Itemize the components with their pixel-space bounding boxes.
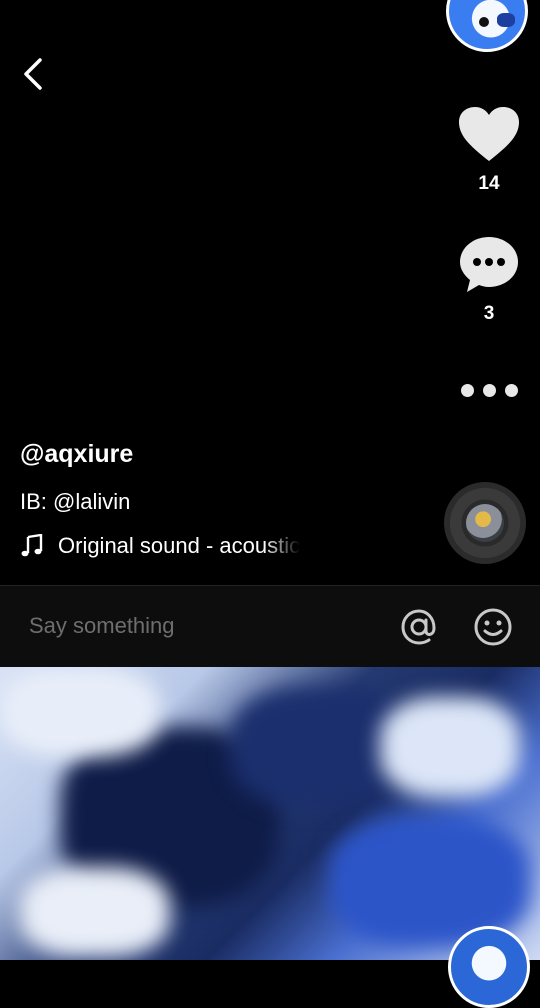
next-video-preview[interactable] bbox=[0, 667, 540, 960]
heart-icon bbox=[459, 107, 519, 161]
mention-button[interactable] bbox=[398, 606, 440, 648]
music-note-icon bbox=[21, 534, 43, 557]
preview-shape bbox=[20, 867, 170, 957]
sound-link[interactable]: Original sound - acoustic bbox=[20, 533, 330, 559]
back-button[interactable] bbox=[14, 54, 54, 94]
more-button[interactable] bbox=[448, 380, 530, 397]
more-dots-icon bbox=[448, 380, 530, 397]
preview-shape bbox=[380, 697, 520, 797]
like-count: 14 bbox=[478, 173, 500, 194]
at-sign-icon bbox=[401, 609, 436, 645]
sound-disc[interactable] bbox=[444, 482, 526, 564]
avatar-eyepatch bbox=[497, 13, 515, 27]
post-username[interactable]: @aqxiure bbox=[20, 440, 133, 469]
chevron-left-icon bbox=[24, 58, 42, 90]
avatar-eye bbox=[479, 17, 489, 27]
sound-title: Original sound - acoustic bbox=[58, 533, 301, 558]
post-caption: IB: @lalivin bbox=[20, 489, 131, 514]
dot bbox=[482, 384, 496, 397]
next-creator-avatar[interactable] bbox=[448, 926, 530, 1008]
sound-cover-art bbox=[466, 504, 504, 542]
dot bbox=[504, 384, 518, 397]
speech-bubble-icon bbox=[460, 237, 518, 292]
comment-count: 3 bbox=[483, 303, 495, 324]
emoji-button[interactable] bbox=[472, 606, 514, 648]
smiley-icon bbox=[474, 608, 512, 646]
dot bbox=[460, 384, 474, 397]
comment-button[interactable]: 3 bbox=[448, 234, 530, 325]
like-button[interactable]: 14 bbox=[448, 104, 530, 195]
preview-shape bbox=[0, 667, 160, 757]
comment-input[interactable]: Say something bbox=[29, 613, 175, 639]
comment-bar: Say something bbox=[0, 585, 540, 667]
video-player[interactable] bbox=[0, 0, 540, 667]
